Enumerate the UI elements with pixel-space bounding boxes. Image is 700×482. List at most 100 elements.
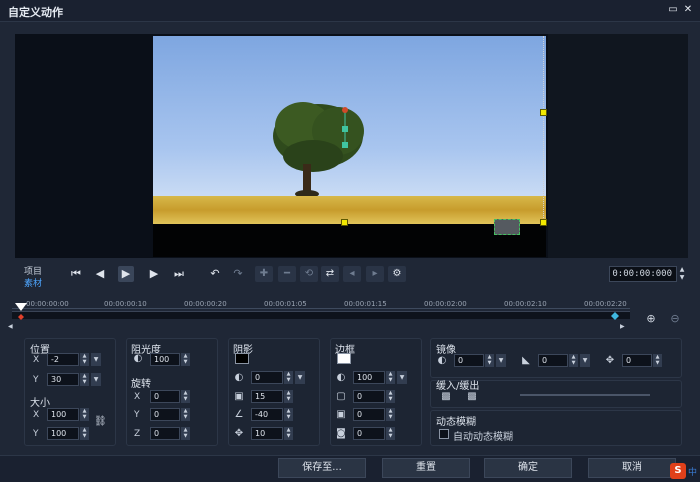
position-x-input[interactable]: -2 bbox=[47, 353, 79, 366]
mirror-fade-dropdown[interactable]: ▼ bbox=[580, 354, 590, 367]
close-icon[interactable]: ✕ bbox=[682, 4, 694, 16]
timeline-tick: 00:00:01:05 bbox=[264, 300, 307, 308]
timeline-tick: 00:00:02:20 bbox=[584, 300, 627, 308]
resize-handle-bottom[interactable] bbox=[341, 219, 348, 226]
scroll-left-icon[interactable]: ◀ bbox=[8, 323, 13, 330]
border-color-swatch[interactable] bbox=[337, 353, 351, 364]
reset-button[interactable]: 重置 bbox=[382, 458, 470, 478]
border-opacity-dropdown[interactable]: ▼ bbox=[397, 371, 407, 384]
mirror-fade-spin[interactable]: ▲ ▼ bbox=[569, 354, 578, 367]
shadow-blur-input[interactable]: 15 bbox=[251, 390, 283, 403]
preview-stage-side bbox=[548, 34, 688, 258]
zoom-in-icon[interactable]: ⊕ bbox=[644, 312, 658, 326]
position-y-dropdown[interactable]: ▼ bbox=[91, 373, 101, 386]
prev-keyframe-icon[interactable]: ◂ bbox=[343, 266, 361, 282]
border-width-input[interactable]: 0 bbox=[353, 390, 385, 403]
position-y-spin[interactable]: ▲ ▼ bbox=[80, 373, 89, 386]
border-width-spin[interactable]: ▲ ▼ bbox=[386, 390, 395, 403]
scroll-right-icon[interactable]: ▶ bbox=[620, 323, 625, 330]
mirror-distance-input[interactable]: 0 bbox=[622, 354, 652, 367]
rotation-handle[interactable] bbox=[338, 104, 352, 152]
prev-frame-icon[interactable]: ◀ bbox=[92, 266, 108, 282]
auto-motion-blur-checkbox[interactable] bbox=[439, 429, 449, 439]
next-frame-icon[interactable]: ▶ bbox=[146, 266, 162, 282]
end-keyframe-marker[interactable] bbox=[610, 311, 620, 321]
opacity-spin[interactable]: ▲ ▼ bbox=[181, 353, 190, 366]
playhead-marker[interactable] bbox=[14, 303, 28, 321]
shadow-color-swatch[interactable] bbox=[235, 353, 249, 364]
mirror-opacity-spin[interactable]: ▲ ▼ bbox=[485, 354, 494, 367]
border-opacity-spin[interactable]: ▲ ▼ bbox=[386, 371, 395, 384]
shadow-blur-spin[interactable]: ▲ ▼ bbox=[284, 390, 293, 403]
border-blur-spin[interactable]: ▲ ▼ bbox=[386, 427, 395, 440]
shadow-opacity-input[interactable]: 0 bbox=[251, 371, 283, 384]
ease-slider[interactable] bbox=[520, 394, 650, 396]
resize-handle-corner[interactable] bbox=[540, 219, 547, 226]
shadow-distance-spin[interactable]: ▲ ▼ bbox=[284, 427, 293, 440]
shadow-angle-input[interactable]: -40 bbox=[251, 408, 283, 421]
cancel-button[interactable]: 取消 bbox=[588, 458, 676, 478]
shadow-distance-icon: ✥ bbox=[234, 428, 244, 439]
play-icon[interactable]: ▶ bbox=[118, 266, 134, 282]
go-end-icon[interactable]: ⏭ bbox=[171, 266, 187, 282]
redo-icon[interactable]: ↷ bbox=[230, 266, 246, 282]
timeline-track[interactable] bbox=[12, 311, 630, 319]
rotation-z-spin[interactable]: ▲ ▼ bbox=[181, 427, 190, 440]
shadow-preview-box[interactable] bbox=[494, 219, 520, 235]
position-x-spin[interactable]: ▲ ▼ bbox=[80, 353, 89, 366]
timecode-display[interactable]: 0:00:00:000 bbox=[609, 266, 677, 282]
shadow-opacity-spin[interactable]: ▲ ▼ bbox=[284, 371, 293, 384]
maximize-icon[interactable]: ▭ bbox=[667, 4, 679, 16]
rotation-x-spin[interactable]: ▲ ▼ bbox=[181, 390, 190, 403]
shadow-angle-spin[interactable]: ▲ ▼ bbox=[284, 408, 293, 421]
timecode-spin[interactable]: ▲ ▼ bbox=[678, 266, 686, 282]
position-y-input[interactable]: 30 bbox=[47, 373, 79, 386]
material-mode-label[interactable]: 素材 bbox=[24, 276, 42, 289]
reverse-keyframes-icon[interactable]: ⟲ bbox=[300, 266, 318, 282]
border-blur-input[interactable]: 0 bbox=[353, 427, 385, 440]
rotation-y-input[interactable]: 0 bbox=[150, 408, 180, 421]
video-field bbox=[153, 196, 546, 224]
size-y-spin[interactable]: ▲ ▼ bbox=[80, 427, 89, 440]
ease-out-icon[interactable]: ▩ bbox=[466, 391, 478, 403]
mirror-fade-input[interactable]: 0 bbox=[538, 354, 568, 367]
border-opacity-icon: ◐ bbox=[336, 372, 346, 383]
opacity-input[interactable]: 100 bbox=[150, 353, 180, 366]
rotation-y-label: Y bbox=[134, 410, 140, 420]
mirror-title: 镜像 bbox=[436, 345, 456, 356]
resize-handle-right[interactable] bbox=[540, 109, 547, 116]
link-icon[interactable]: ⛓ bbox=[94, 416, 107, 428]
rotation-z-input[interactable]: 0 bbox=[150, 427, 180, 440]
next-keyframe-icon[interactable]: ▸ bbox=[366, 266, 384, 282]
ime-logo-icon[interactable]: S bbox=[670, 463, 686, 479]
ease-in-icon[interactable]: ▩ bbox=[440, 391, 452, 403]
size-title: 大小 bbox=[30, 398, 50, 409]
size-x-input[interactable]: 100 bbox=[47, 408, 79, 421]
rotation-y-spin[interactable]: ▲ ▼ bbox=[181, 408, 190, 421]
border-radius-spin[interactable]: ▲ ▼ bbox=[386, 408, 395, 421]
shadow-opacity-dropdown[interactable]: ▼ bbox=[295, 371, 305, 384]
swap-keyframes-icon[interactable]: ⇄ bbox=[321, 266, 339, 282]
border-radius-input[interactable]: 0 bbox=[353, 408, 385, 421]
save-to-button[interactable]: 保存至... bbox=[278, 458, 366, 478]
mirror-opacity-input[interactable]: 0 bbox=[454, 354, 484, 367]
size-x-spin[interactable]: ▲ ▼ bbox=[80, 408, 89, 421]
mirror-distance-icon: ✥ bbox=[605, 355, 615, 366]
undo-icon[interactable]: ↶ bbox=[207, 266, 223, 282]
remove-keyframe-icon[interactable]: ━ bbox=[278, 266, 296, 282]
add-keyframe-icon[interactable]: ✚ bbox=[255, 266, 273, 282]
ok-button[interactable]: 确定 bbox=[484, 458, 572, 478]
keyframe-settings-icon[interactable]: ⚙ bbox=[388, 266, 406, 282]
shadow-angle-icon: ∠ bbox=[234, 409, 244, 420]
mirror-distance-spin[interactable]: ▲ ▼ bbox=[653, 354, 662, 367]
border-opacity-input[interactable]: 100 bbox=[353, 371, 385, 384]
size-y-input[interactable]: 100 bbox=[47, 427, 79, 440]
go-start-icon[interactable]: ⏮ bbox=[68, 266, 84, 282]
zoom-out-icon[interactable]: ⊖ bbox=[668, 312, 682, 326]
shadow-distance-input[interactable]: 10 bbox=[251, 427, 283, 440]
ime-mode-label[interactable]: 中 bbox=[688, 465, 697, 478]
rotation-x-input[interactable]: 0 bbox=[150, 390, 180, 403]
position-x-dropdown[interactable]: ▼ bbox=[91, 353, 101, 366]
mirror-opacity-dropdown[interactable]: ▼ bbox=[496, 354, 506, 367]
auto-motion-blur-label: 自动动态模糊 bbox=[453, 432, 513, 443]
